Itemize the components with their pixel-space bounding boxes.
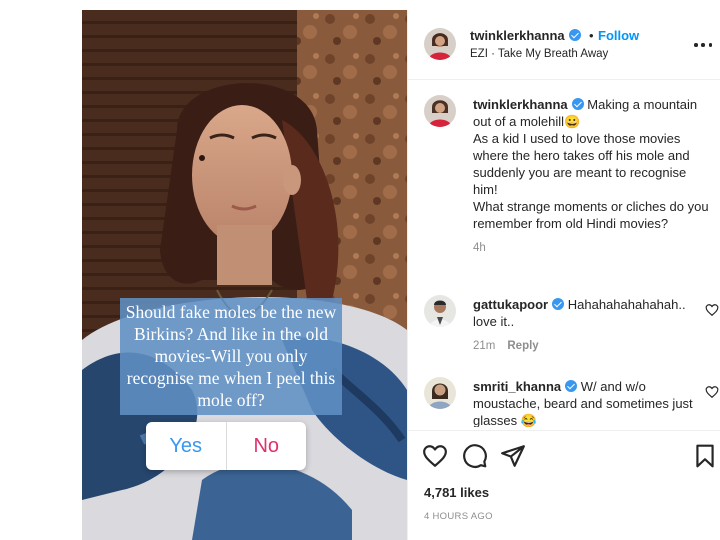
caption-avatar[interactable] [424, 95, 456, 127]
verified-badge-icon [565, 380, 578, 392]
comment-like-icon[interactable] [705, 303, 719, 317]
avatar-image [424, 28, 456, 60]
comment-body: smriti_khanna W/ and w/o moustache, bear… [473, 378, 713, 427]
author-username[interactable]: twinklerkhanna [470, 28, 581, 43]
audio-attribution[interactable]: EZI · Take My Breath Away [470, 48, 608, 60]
bookmark-icon[interactable] [692, 443, 718, 469]
post-actions: 4,781 likes 4 HOURS AGO [408, 430, 720, 540]
post-timestamp[interactable]: 4 HOURS AGO [424, 511, 493, 522]
comment-avatar[interactable] [424, 377, 456, 409]
comment-time[interactable]: 21m [473, 340, 495, 352]
comment-username[interactable]: gattukapoor [473, 297, 548, 312]
author-username-text[interactable]: twinklerkhanna [470, 28, 565, 43]
comment-like-icon[interactable] [705, 385, 719, 399]
poll-option-yes[interactable]: Yes [146, 422, 226, 470]
follow-button[interactable]: Follow [598, 28, 639, 43]
verified-badge-icon [552, 298, 565, 310]
caption-username[interactable]: twinklerkhanna [473, 97, 568, 112]
post-media[interactable]: Should fake moles be the new Birkins? An… [82, 10, 407, 540]
avatar-image [424, 95, 456, 127]
poll-option-no[interactable]: No [225, 422, 307, 470]
avatar-image [424, 295, 456, 327]
poll-answers: Yes No [146, 422, 306, 470]
poll-question: Should fake moles be the new Birkins? An… [120, 298, 342, 415]
caption-body: twinklerkhanna Making a mountain out of … [473, 96, 713, 257]
send-icon[interactable] [500, 443, 526, 469]
comment-body: gattukapoor Hahahahahahahah.. love it.. … [473, 296, 713, 355]
heart-icon[interactable] [422, 443, 448, 469]
avatar-image [424, 377, 456, 409]
caption-line-3: What strange moments or cliches do you r… [473, 199, 709, 231]
post-details-panel: twinklerkhanna • Follow EZI · Take My Br… [407, 10, 720, 540]
caption-line-2: As a kid I used to love those movies whe… [473, 131, 690, 197]
verified-badge-icon [571, 98, 584, 110]
comment-meta: 21m Reply [473, 338, 713, 355]
instagram-post-page: Should fake moles be the new Birkins? An… [0, 0, 720, 540]
like-count[interactable]: 4,781 likes [424, 485, 489, 500]
comment-icon[interactable] [462, 443, 488, 469]
comment-username[interactable]: smriti_khanna [473, 379, 561, 394]
post-header: twinklerkhanna • Follow EZI · Take My Br… [408, 10, 720, 80]
reply-button[interactable]: Reply [507, 340, 538, 352]
header-separator: • [589, 28, 594, 43]
caption-time[interactable]: 4h [473, 242, 486, 254]
more-options-icon[interactable] [694, 36, 712, 54]
author-avatar[interactable] [424, 28, 456, 60]
caption-meta: 4h [473, 240, 713, 257]
comment-avatar[interactable] [424, 295, 456, 327]
verified-badge-icon [568, 29, 581, 41]
comments-list[interactable]: twinklerkhanna Making a mountain out of … [408, 81, 720, 427]
